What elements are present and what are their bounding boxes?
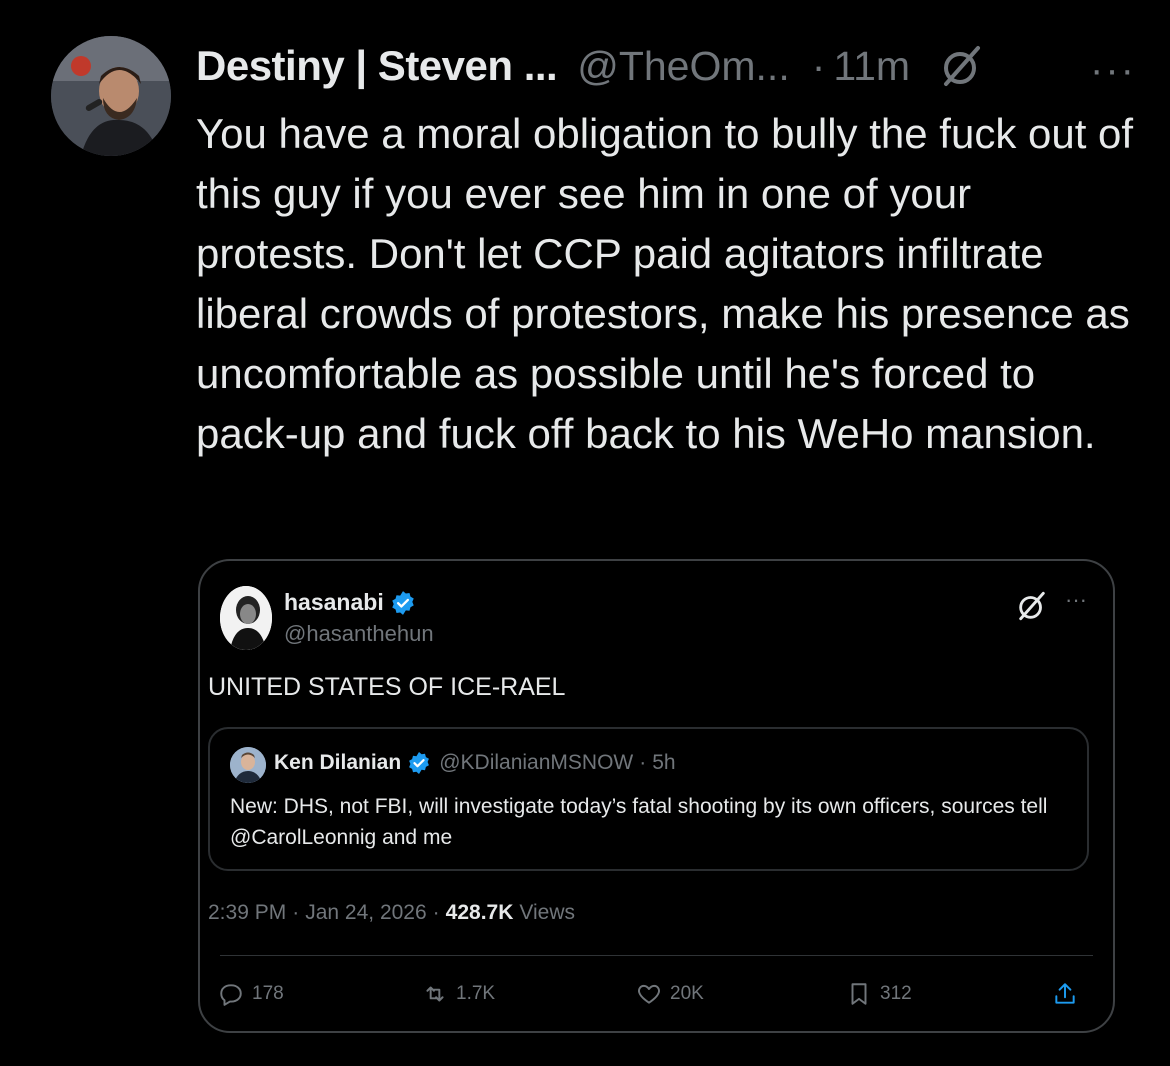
tweet-header: Destiny | Steven ... @TheOm... · 11m ··· bbox=[196, 38, 1136, 94]
tweet-timestamp[interactable]: 11m bbox=[833, 43, 910, 90]
reply-button[interactable]: 178 bbox=[218, 981, 284, 1007]
nested-separator: · bbox=[639, 751, 647, 774]
quoted-author-handle[interactable]: @hasanthehun bbox=[284, 621, 434, 647]
author-handle[interactable]: @TheOm... bbox=[577, 43, 790, 90]
meta-date[interactable]: Jan 24, 2026 bbox=[305, 901, 426, 925]
nested-author-avatar[interactable] bbox=[230, 747, 266, 783]
grok-icon[interactable] bbox=[938, 42, 986, 90]
author-avatar[interactable] bbox=[51, 36, 171, 156]
nested-tweet-text: New: DHS, not FBI, will investigate toda… bbox=[230, 795, 1048, 849]
nested-author-display-name[interactable]: Ken Dilanian bbox=[274, 751, 401, 775]
nested-header: Ken Dilanian @KDilanianMSNOW · 5h bbox=[274, 751, 676, 775]
like-count: 20K bbox=[670, 983, 704, 1004]
reply-icon bbox=[220, 984, 242, 1006]
meta-separator: · bbox=[432, 901, 440, 924]
meta-time[interactable]: 2:39 PM bbox=[208, 901, 286, 925]
share-icon[interactable] bbox=[1052, 981, 1078, 1007]
like-button[interactable]: 20K bbox=[636, 981, 704, 1007]
bookmark-button[interactable]: 312 bbox=[846, 981, 912, 1007]
verified-icon bbox=[407, 751, 431, 775]
header-separator: · bbox=[811, 42, 826, 89]
author-display-name[interactable]: Destiny | Steven ... bbox=[196, 42, 558, 90]
repost-icon bbox=[426, 986, 444, 1002]
views-count: 428.7K bbox=[445, 901, 514, 924]
quoted-author-display-name[interactable]: hasanabi bbox=[284, 589, 384, 616]
more-icon[interactable]: ··· bbox=[1065, 587, 1087, 613]
quoted-author-avatar[interactable] bbox=[220, 586, 272, 650]
repost-count: 1.7K bbox=[456, 983, 496, 1004]
quoted-tweet-card[interactable]: hasanabi @hasanthehun ··· UNITED STATES … bbox=[198, 559, 1115, 1033]
divider bbox=[220, 955, 1093, 956]
nested-quoted-tweet[interactable]: Ken Dilanian @KDilanianMSNOW · 5h New: D… bbox=[208, 727, 1089, 871]
verified-icon bbox=[390, 590, 416, 616]
nested-author-handle[interactable]: @KDilanianMSNOW bbox=[439, 751, 633, 775]
nested-timestamp[interactable]: 5h bbox=[652, 751, 675, 775]
quoted-author-name-row: hasanabi bbox=[284, 589, 416, 616]
reply-count: 178 bbox=[252, 983, 284, 1004]
grok-icon[interactable] bbox=[1015, 589, 1049, 623]
bookmark-icon bbox=[851, 983, 867, 1005]
like-icon bbox=[638, 984, 660, 1004]
bookmark-count: 312 bbox=[880, 983, 912, 1004]
more-icon[interactable]: ··· bbox=[1090, 48, 1136, 93]
views-label: Views bbox=[519, 901, 576, 924]
meta-separator: · bbox=[292, 901, 300, 924]
quoted-tweet-text: UNITED STATES OF ICE-RAEL bbox=[208, 673, 566, 701]
quoted-tweet-meta: 2:39 PM · Jan 24, 2026 · 428.7K Views bbox=[208, 901, 575, 925]
repost-button[interactable]: 1.7K bbox=[422, 981, 495, 1007]
tweet-text: You have a moral obligation to bully the… bbox=[196, 110, 1134, 457]
